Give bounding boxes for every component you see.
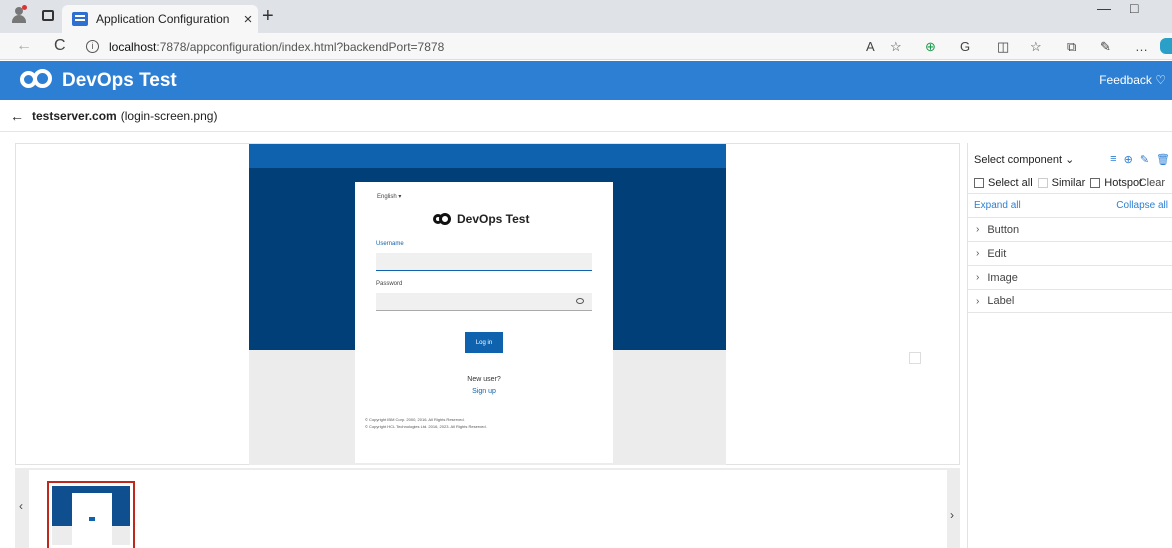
feedback-icon: ♡ (1155, 73, 1166, 87)
copyright-line-1: © Copyright IBM Corp. 2000, 2016. All Ri… (365, 417, 465, 422)
url-host: localhost (109, 39, 157, 54)
restore-icon[interactable]: □ (1130, 0, 1138, 16)
new-tab-icon[interactable]: + (262, 5, 274, 28)
refresh-extension-icon[interactable]: G (960, 39, 970, 54)
profile-icon[interactable] (12, 5, 27, 23)
read-aloud-icon[interactable]: A (866, 39, 875, 54)
category-label: Image (987, 271, 1018, 284)
thumbnail-strip: ‹ › (15, 468, 960, 548)
clear-button[interactable]: Clear (1139, 177, 1165, 189)
login-button[interactable]: Log in (465, 332, 503, 353)
browser-tab-bar: Application Configuration × + — □ (0, 0, 1172, 33)
browser-essentials-icon[interactable]: ✎ (1100, 39, 1111, 55)
add-icon[interactable]: ⊕ (1124, 153, 1133, 166)
login-brand-label: DevOps Test (457, 212, 530, 226)
filter-row: Select all Similar Hotspot Clear (968, 172, 1172, 194)
category-label: Label (987, 295, 1015, 307)
favorites-list-icon[interactable]: ☆ (1030, 39, 1042, 55)
password-field[interactable] (376, 293, 592, 311)
app-title: DevOps Test (62, 70, 177, 91)
login-card: English ▾ DevOps Test Username Password … (355, 182, 613, 463)
app-favicon-icon (72, 12, 88, 26)
select-all-checkbox[interactable] (974, 177, 984, 188)
split-screen-icon[interactable]: ◫ (997, 39, 1009, 55)
chevron-right-icon: › (976, 248, 980, 259)
app-window: Application Configuration × + — □ ← C i … (0, 0, 1172, 548)
category-label: Button (987, 223, 1020, 236)
expand-collapse-row: Expand all Collapse all (974, 200, 1168, 211)
category-button[interactable]: › Button (968, 217, 1172, 241)
screenshot-top-bar (249, 144, 726, 168)
site-info-icon[interactable]: i (86, 40, 99, 53)
copyright-text: © Copyright IBM Corp. 2000, 2016. All Ri… (365, 416, 487, 430)
extension-icon[interactable]: ⊕ (925, 39, 936, 55)
browser-tab[interactable]: Application Configuration × (62, 5, 258, 33)
username-field[interactable] (376, 253, 592, 271)
thumbnail-list (29, 470, 947, 548)
component-category-list: › Button › Edit › Image › Label (968, 217, 1172, 313)
show-password-icon[interactable] (576, 298, 584, 304)
category-label-item[interactable]: › Label (968, 289, 1172, 313)
back-arrow-icon[interactable]: ← (10, 108, 24, 124)
similar-checkbox[interactable] (1037, 177, 1048, 188)
category-label: Edit (987, 247, 1007, 260)
tab-title: Application Configuration (96, 12, 230, 26)
delete-icon[interactable]: 🗑 (1156, 153, 1170, 166)
feedback-link[interactable]: Feedback ♡ (1099, 73, 1166, 87)
tab-close-icon[interactable]: × (238, 11, 258, 28)
breadcrumb-server: testserver.com (32, 109, 117, 123)
component-toolbar: Select component ⌄ ≡ ⊕ ✎ 🗑 (974, 149, 1170, 169)
collapse-all-link[interactable]: Collapse all (1116, 200, 1168, 211)
copyright-line-2: © Copyright HCL Technologies Ltd. 2016, … (365, 424, 487, 429)
breadcrumb-file: (login-screen.png) (120, 109, 218, 123)
devops-logo-icon (20, 69, 52, 91)
back-icon[interactable]: ← (16, 37, 32, 55)
select-component-dropdown[interactable]: Select component ⌄ (974, 153, 1103, 166)
edit-icon[interactable]: ✎ (1140, 153, 1149, 166)
hotspot-label: Hotspot (1104, 176, 1143, 189)
chevron-right-icon: › (976, 272, 980, 283)
tab-actions-icon[interactable] (42, 10, 54, 21)
hotspot-checkbox[interactable] (1090, 177, 1101, 188)
preview-stage: English ▾ DevOps Test Username Password … (15, 143, 960, 465)
new-user-text: New user? (467, 376, 501, 383)
similar-label: Similar (1051, 176, 1086, 189)
list-icon[interactable]: ≡ (1110, 153, 1116, 165)
more-icon[interactable]: … (1135, 39, 1148, 54)
login-screenshot[interactable]: English ▾ DevOps Test Username Password … (249, 144, 726, 465)
login-brand: DevOps Test (433, 212, 529, 226)
feedback-label: Feedback (1099, 73, 1152, 87)
fit-view-icon[interactable] (909, 352, 921, 364)
collections-icon[interactable]: ⧉ (1067, 39, 1076, 55)
thumbnail-selected[interactable] (47, 481, 135, 548)
chevron-right-icon: › (976, 224, 980, 235)
category-edit[interactable]: › Edit (968, 241, 1172, 265)
language-select[interactable]: English ▾ (377, 193, 401, 200)
sign-up-link[interactable]: Sign up (355, 388, 613, 395)
minimize-icon[interactable]: — (1097, 0, 1111, 16)
strip-prev-icon[interactable]: ‹ (19, 499, 23, 513)
favorite-star-icon[interactable]: ☆ (890, 39, 902, 55)
component-panel: Select component ⌄ ≡ ⊕ ✎ 🗑 Select all Si… (967, 143, 1172, 548)
url-field[interactable]: i localhost :7878/appconfiguration/index… (86, 36, 910, 57)
url-path: :7878/appconfiguration/index.html?backen… (156, 39, 445, 54)
reload-icon[interactable]: C (54, 37, 66, 55)
category-image[interactable]: › Image (968, 265, 1172, 289)
password-label: Password (376, 281, 403, 287)
expand-all-link[interactable]: Expand all (974, 200, 1021, 211)
strip-next-icon[interactable]: › (950, 508, 954, 522)
select-all-label: Select all (988, 176, 1033, 189)
address-bar: ← C i localhost :7878/appconfiguration/i… (0, 33, 1172, 60)
username-label: Username (376, 241, 404, 247)
chevron-right-icon: › (976, 295, 980, 307)
app-header: DevOps Test Feedback ♡ (0, 61, 1172, 100)
breadcrumb: ← testserver.com (login-screen.png) (0, 101, 1172, 132)
copilot-icon[interactable] (1160, 38, 1172, 54)
